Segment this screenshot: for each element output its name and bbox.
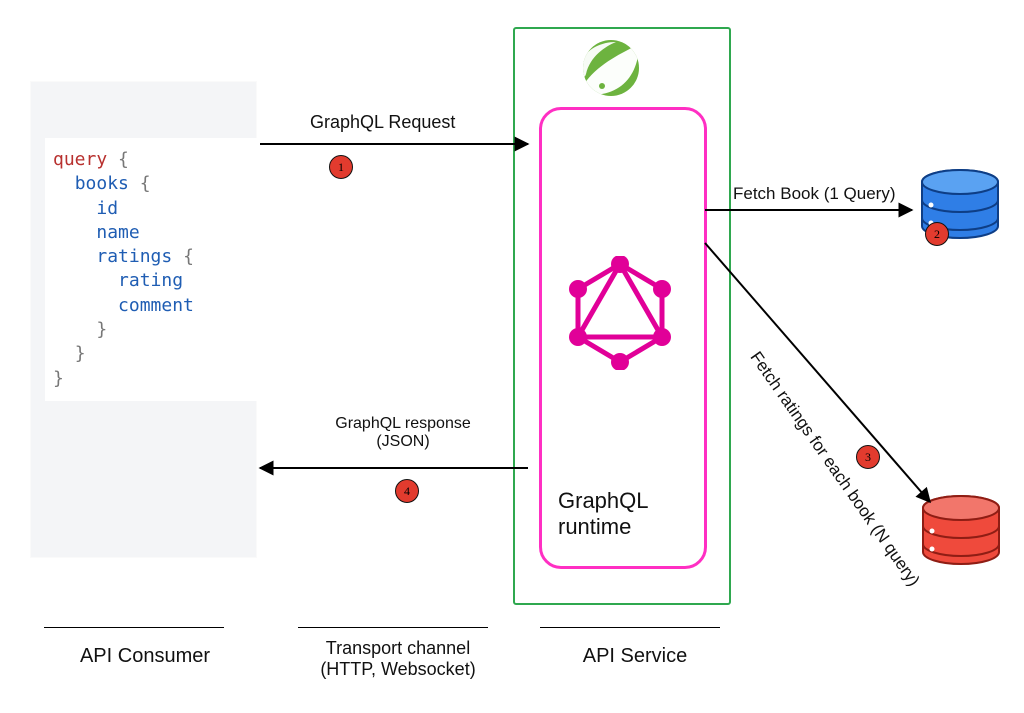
label-fetch-book: Fetch Book (1 Query) [733, 184, 896, 204]
label-fetch-ratings: Fetch ratings for each book (N query) [746, 348, 924, 590]
label-response: GraphQL response(JSON) [318, 415, 488, 452]
diagram-stage: query { books { id name ratings { rating… [0, 0, 1024, 713]
step-badge-2: 2 [925, 222, 949, 246]
footer-line-service [540, 627, 720, 628]
step-badge-1: 1 [329, 155, 353, 179]
graphql-icon [568, 256, 672, 370]
step-badge-3: 3 [856, 445, 880, 469]
footer-label-service: API Service [560, 645, 710, 668]
database-ratings-icon [918, 494, 1004, 580]
footer-label-consumer: API Consumer [60, 645, 230, 668]
graphql-runtime-label: GraphQL runtime [558, 488, 649, 541]
footer-line-consumer [44, 627, 224, 628]
step-badge-4: 4 [395, 479, 419, 503]
label-request: GraphQL Request [310, 112, 455, 133]
graphql-query-code: query { books { id name ratings { rating… [45, 138, 268, 401]
footer-label-transport: Transport channel(HTTP, Websocket) [298, 638, 498, 680]
spring-icon [576, 36, 646, 100]
footer-line-transport [298, 627, 488, 628]
